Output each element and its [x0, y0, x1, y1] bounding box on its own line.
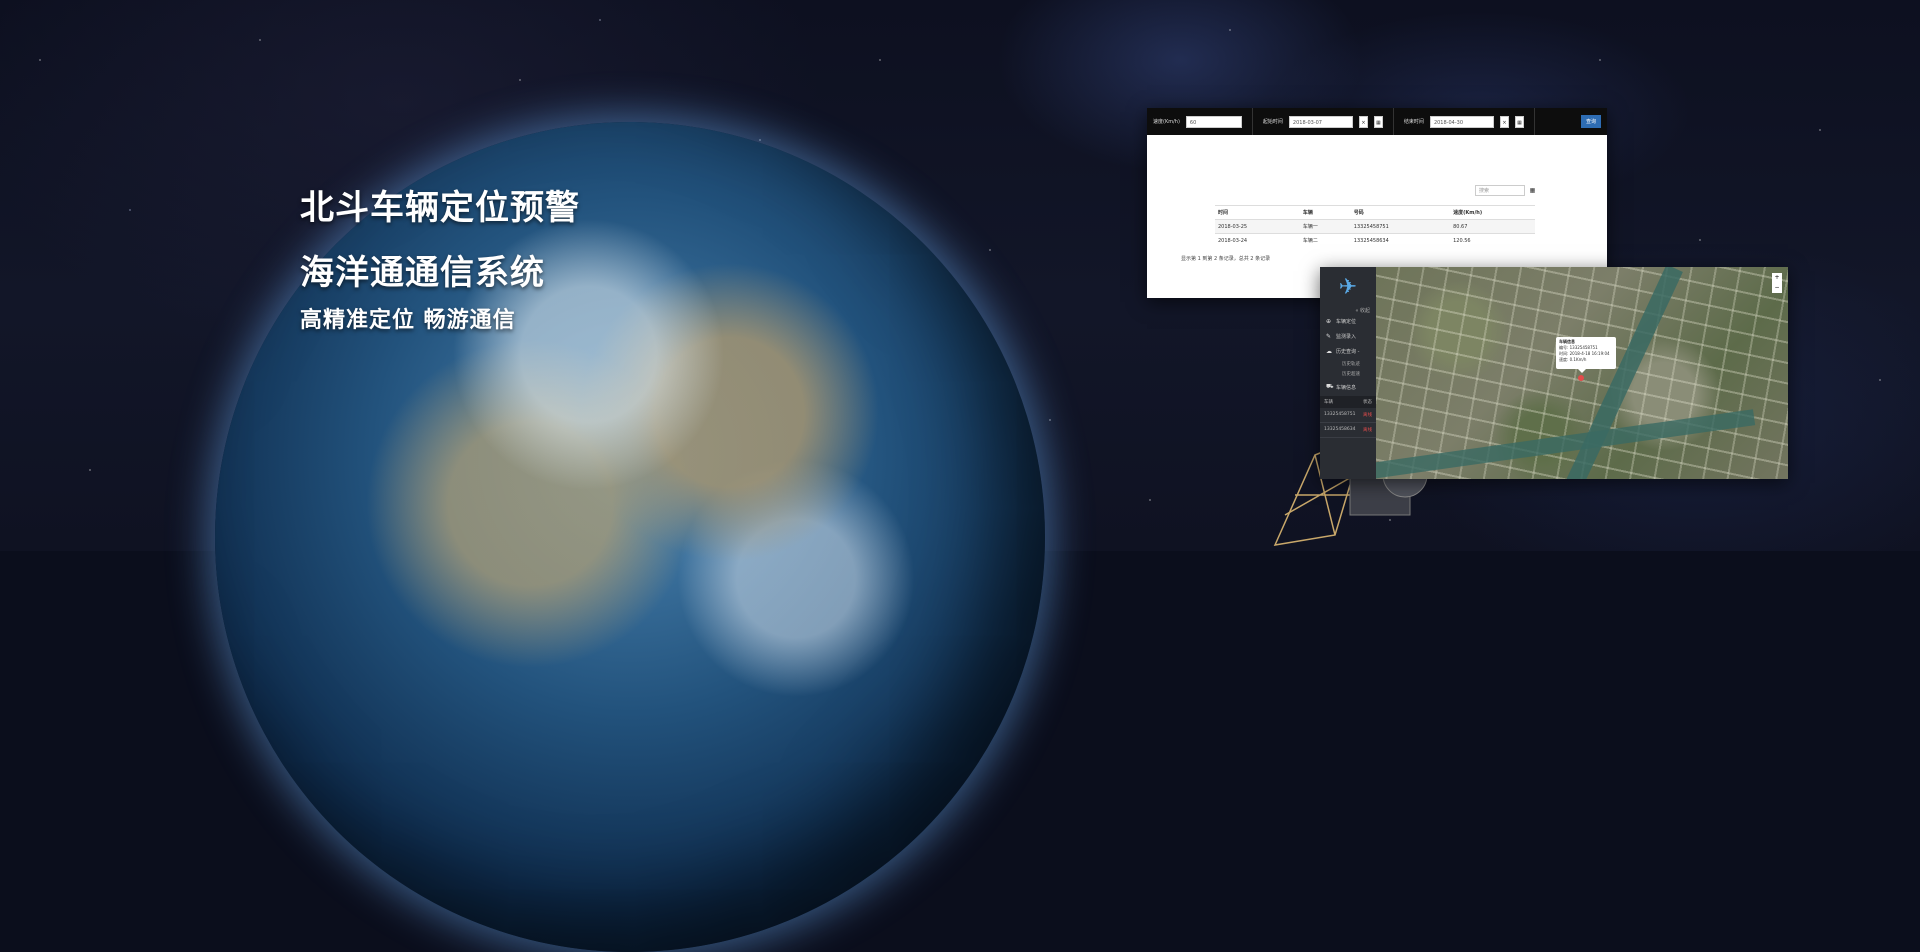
cloud-icon: ☁: [1326, 348, 1332, 355]
sidebar-item-vehicle-info[interactable]: ⛟ 车辆信息: [1320, 379, 1376, 395]
sidebar-item-history[interactable]: ☁ 历史查询 -: [1320, 344, 1376, 359]
table-cell: 车辆二: [1299, 233, 1351, 247]
target-icon: ⊕: [1326, 318, 1332, 325]
collapse-link[interactable]: « 收起: [1320, 307, 1376, 314]
sidebar-item-monitor-entry[interactable]: ✎ 监测录入: [1320, 329, 1376, 344]
report-search: 搜索 ▦: [1475, 185, 1537, 196]
table-cell: 120.56: [1450, 233, 1535, 247]
search-input[interactable]: 搜索: [1475, 185, 1525, 196]
sidebar-subitem-history-speeding[interactable]: 历史超速: [1320, 369, 1376, 379]
divider: [1251, 108, 1253, 135]
calendar-icon[interactable]: ▦: [1514, 115, 1524, 128]
start-time-input[interactable]: 2018-03-07: [1288, 115, 1353, 128]
clear-icon[interactable]: ×: [1358, 115, 1368, 128]
sidebar-item-vehicle-location[interactable]: ⊕ 车辆定位: [1320, 314, 1376, 329]
sidebar-item-label: 监测录入: [1336, 334, 1357, 340]
clear-icon[interactable]: ×: [1499, 115, 1509, 128]
table-header-row: 时间 车辆 号码 速度(Km/h): [1215, 205, 1535, 220]
speed-label: 速度(Km/h): [1153, 119, 1180, 125]
table-cell: 车辆一: [1299, 219, 1351, 234]
calendar-icon[interactable]: ▦: [1373, 115, 1383, 128]
sidebar-item-label: 历史查询 -: [1336, 349, 1360, 355]
column-header: 状态: [1363, 400, 1372, 405]
table-row[interactable]: 2018-03-25 车辆一 13325458751 80.67: [1215, 219, 1535, 234]
sidebar: ✈ « 收起 ⊕ 车辆定位 ✎ 监测录入 ☁ 历史查询 - 历史轨迹 历史超速 …: [1320, 267, 1376, 479]
table-cell: 13325458634: [1350, 233, 1451, 247]
sidebar-subitem-history-track[interactable]: 历史轨迹: [1320, 359, 1376, 369]
vehicle-info-popup: 车辆信息 编号: 13325458751 时间: 2018-4-18 16:19…: [1556, 337, 1616, 373]
end-time-input[interactable]: 2018-04-30: [1429, 115, 1494, 128]
column-header[interactable]: 时间: [1215, 205, 1300, 220]
banner-title-line1: 北斗车辆定位预警: [300, 188, 580, 228]
list-item[interactable]: 13325458634 离线: [1320, 423, 1376, 438]
table-cell: 2018-03-24: [1215, 233, 1300, 247]
column-header[interactable]: 车辆: [1299, 205, 1351, 220]
query-button[interactable]: 查询: [1580, 115, 1601, 128]
vehicle-number: 13325458634: [1324, 427, 1356, 432]
status-badge: 离线: [1363, 413, 1372, 418]
banner-tagline: 高精准定位 畅游通信: [300, 308, 516, 333]
status-badge: 离线: [1363, 428, 1372, 433]
vehicle-list: 车辆 状态 13325458751 离线 13325458634 离线: [1320, 396, 1376, 438]
start-time-label: 起始时间: [1262, 119, 1283, 125]
sidebar-item-label: 车辆信息: [1336, 384, 1357, 391]
river: [1376, 409, 1756, 479]
satellite-map[interactable]: + − 车辆信息 编号: 13325458751 时间: 2018-4-18 16…: [1376, 267, 1788, 479]
zoom-control[interactable]: + −: [1772, 273, 1782, 293]
banner-title-line2: 海洋通通信系统: [300, 253, 545, 293]
truck-icon: ⛟: [1326, 383, 1334, 390]
vehicle-list-header: 车辆 状态: [1320, 396, 1376, 408]
column-header[interactable]: 速度(Km/h): [1450, 205, 1535, 220]
speed-select[interactable]: 60: [1185, 115, 1242, 128]
report-table: 时间 车辆 号码 速度(Km/h) 2018-03-25 车辆一 1332545…: [1215, 205, 1535, 247]
divider: [1392, 108, 1394, 135]
table-cell: 80.67: [1450, 219, 1535, 234]
sidebar-item-label: 车辆定位: [1336, 319, 1357, 325]
column-header: 车辆: [1324, 400, 1333, 405]
table-cell: 2018-03-25: [1215, 219, 1300, 234]
pencil-icon: ✎: [1326, 333, 1332, 340]
table-cell: 13325458751: [1350, 219, 1451, 234]
divider: [1533, 108, 1535, 135]
report-filter-bar: 速度(Km/h) 60 起始时间 2018-03-07 × ▦ 结束时间 201…: [1147, 108, 1607, 135]
table-row[interactable]: 2018-03-24 车辆二 13325458634 120.56: [1215, 233, 1535, 247]
column-header[interactable]: 号码: [1350, 205, 1451, 220]
vehicle-marker-icon[interactable]: [1578, 375, 1584, 381]
list-item[interactable]: 13325458751 离线: [1320, 408, 1376, 423]
map-app-window: ✈ « 收起 ⊕ 车辆定位 ✎ 监测录入 ☁ 历史查询 - 历史轨迹 历史超速 …: [1320, 267, 1788, 479]
table-icon[interactable]: ▦: [1528, 185, 1537, 196]
table-footer: 显示第 1 到第 2 条记录，总共 2 条记录: [1181, 256, 1271, 262]
end-time-label: 结束时间: [1403, 119, 1424, 125]
popup-line: 速度: 0.1Km/h: [1559, 357, 1587, 362]
vehicle-number: 13325458751: [1324, 412, 1356, 417]
satellite-logo-icon: ✈: [1338, 274, 1358, 300]
